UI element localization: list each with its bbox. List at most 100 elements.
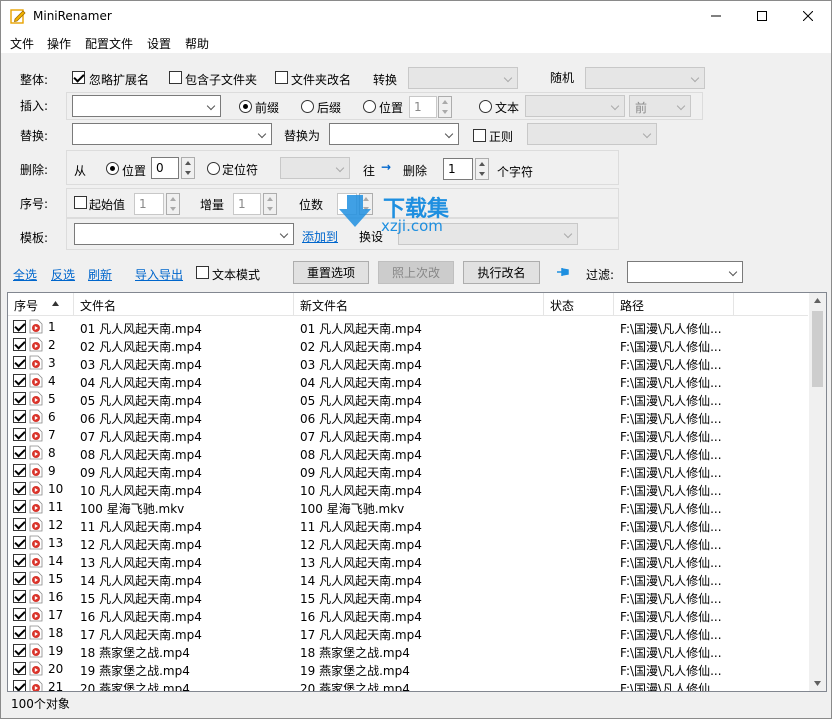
prefix-radio[interactable] [239,100,252,113]
table-row[interactable]: 8 08 凡人风起天南.mp4 08 凡人风起天南.mp4 F:\国漫\凡人修仙... [8,444,808,462]
execute-rename-button[interactable]: 执行改名 [463,261,540,284]
locator-select[interactable] [280,157,350,179]
seq-start-spinner[interactable] [166,193,180,215]
regex-checkbox[interactable] [473,129,486,142]
table-row[interactable]: 18 17 凡人风起天南.mp4 17 凡人风起天南.mp4 F:\国漫\凡人修仙..… [8,624,808,642]
header-filename[interactable]: 文件名 [74,293,294,316]
table-row[interactable]: 20 19 燕家堡之战.mp4 19 燕家堡之战.mp4 F:\国漫\凡人修仙... [8,660,808,678]
table-row[interactable]: 16 15 凡人风起天南.mp4 15 凡人风起天南.mp4 F:\国漫\凡人修仙..… [8,588,808,606]
insert-position-radio[interactable] [363,100,376,113]
table-row[interactable]: 7 07 凡人风起天南.mp4 07 凡人风起天南.mp4 F:\国漫\凡人修仙... [8,426,808,444]
table-row[interactable]: 11 100 星海飞驰.mkv 100 星海飞驰.mkv F:\国漫\凡人修仙... [8,498,808,516]
locator-radio[interactable] [207,162,220,175]
row-checkbox[interactable] [13,410,26,423]
row-checkbox[interactable] [13,608,26,621]
delete-count-input[interactable]: 1 [443,158,473,180]
row-checkbox[interactable] [13,356,26,369]
invert-selection-link[interactable]: 反选 [51,266,75,283]
insert-front-select[interactable]: 前 [629,95,691,117]
table-row[interactable]: 10 10 凡人风起天南.mp4 10 凡人风起天南.mp4 F:\国漫\凡人修仙..… [8,480,808,498]
table-row[interactable]: 21 20 燕家堡之战.mp4 20 燕家堡之战.mp4 F:\国漫\凡人修仙... [8,678,808,691]
row-checkbox[interactable] [13,482,26,495]
insert-text-type-select[interactable] [525,95,625,117]
delete-position-radio[interactable] [106,162,119,175]
text-mode-checkbox[interactable] [196,266,209,279]
table-row[interactable]: 14 13 凡人风起天南.mp4 13 凡人风起天南.mp4 F:\国漫\凡人修仙..… [8,552,808,570]
table-row[interactable]: 2 02 凡人风起天南.mp4 02 凡人风起天南.mp4 F:\国漫\凡人修仙... [8,336,808,354]
row-checkbox[interactable] [13,338,26,351]
row-checkbox[interactable] [13,518,26,531]
row-checkbox[interactable] [13,446,26,459]
table-row[interactable]: 13 12 凡人风起天南.mp4 12 凡人风起天南.mp4 F:\国漫\凡人修仙..… [8,534,808,552]
row-checkbox[interactable] [13,374,26,387]
table-row[interactable]: 17 16 凡人风起天南.mp4 16 凡人风起天南.mp4 F:\国漫\凡人修仙..… [8,606,808,624]
seq-start-input[interactable]: 1 [134,193,164,215]
pin-icon[interactable] [556,265,572,279]
row-checkbox[interactable] [13,392,26,405]
vertical-scrollbar[interactable] [809,293,826,691]
file-list[interactable]: 序号 文件名 新文件名 状态 路径 1 01 凡人风起天南.mp4 01 凡人风起天… [7,292,827,692]
seq-start-checkbox[interactable] [74,196,87,209]
table-row[interactable]: 19 18 燕家堡之战.mp4 18 燕家堡之战.mp4 F:\国漫\凡人修仙... [8,642,808,660]
close-button[interactable] [785,1,831,31]
reset-options-button[interactable]: 重置选项 [293,261,369,284]
suffix-radio[interactable] [301,100,314,113]
include-sub-checkbox[interactable] [169,71,182,84]
row-checkbox[interactable] [13,644,26,657]
seq-step-spinner[interactable] [263,193,277,215]
row-checkbox[interactable] [13,590,26,603]
repeat-last-button[interactable]: 照上次改 [378,261,454,284]
table-row[interactable]: 4 04 凡人风起天南.mp4 04 凡人风起天南.mp4 F:\国漫\凡人修仙... [8,372,808,390]
rename-folder-checkbox[interactable] [275,71,288,84]
maximize-button[interactable] [739,1,785,31]
row-checkbox[interactable] [13,626,26,639]
menu-help[interactable]: 帮助 [185,35,209,52]
insert-position-input[interactable]: 1 [409,96,437,118]
header-new-filename[interactable]: 新文件名 [294,293,544,316]
table-row[interactable]: 15 14 凡人风起天南.mp4 14 凡人风起天南.mp4 F:\国漫\凡人修仙..… [8,570,808,588]
import-export-link[interactable]: 导入导出 [135,266,183,283]
convert-select[interactable] [408,67,518,89]
row-checkbox[interactable] [13,554,26,567]
menu-operate[interactable]: 操作 [47,35,71,52]
ignore-ext-checkbox[interactable] [72,71,85,84]
seq-step-input[interactable]: 1 [233,193,261,215]
random-select[interactable] [585,67,705,89]
row-checkbox[interactable] [13,320,26,333]
delete-position-input[interactable]: 0 [151,157,179,179]
refresh-link[interactable]: 刷新 [88,266,112,283]
row-checkbox[interactable] [13,536,26,549]
insert-position-spinner[interactable] [438,96,452,118]
scroll-down-icon[interactable] [814,681,821,686]
filter-select[interactable] [627,261,743,283]
row-checkbox[interactable] [13,428,26,441]
scroll-up-icon[interactable] [814,298,821,303]
regex-select[interactable] [527,123,657,145]
replace-with-select[interactable] [329,123,459,145]
replace-find-select[interactable] [72,123,272,145]
table-row[interactable]: 1 01 凡人风起天南.mp4 01 凡人风起天南.mp4 F:\国漫\凡人修仙... [8,318,808,336]
header-status[interactable]: 状态 [544,293,614,316]
template-select[interactable] [74,223,294,245]
table-row[interactable]: 3 03 凡人风起天南.mp4 03 凡人风起天南.mp4 F:\国漫\凡人修仙... [8,354,808,372]
delete-count-spinner[interactable] [475,158,489,180]
row-checkbox[interactable] [13,500,26,513]
row-checkbox[interactable] [13,662,26,675]
table-row[interactable]: 6 06 凡人风起天南.mp4 06 凡人风起天南.mp4 F:\国漫\凡人修仙... [8,408,808,426]
select-all-link[interactable]: 全选 [13,266,37,283]
header-path[interactable]: 路径 [614,293,734,316]
menu-file[interactable]: 文件 [10,35,34,52]
minimize-button[interactable] [693,1,739,31]
menu-settings[interactable]: 设置 [147,35,171,52]
delete-position-spinner[interactable] [181,157,195,179]
scrollbar-thumb[interactable] [812,311,823,387]
direction-arrow-link[interactable]: → [381,160,391,174]
insert-text-radio[interactable] [479,100,492,113]
menu-profile[interactable]: 配置文件 [85,35,133,52]
row-checkbox[interactable] [13,680,26,691]
insert-text-select[interactable] [72,95,221,117]
row-checkbox[interactable] [13,464,26,477]
table-row[interactable]: 9 09 凡人风起天南.mp4 09 凡人风起天南.mp4 F:\国漫\凡人修仙... [8,462,808,480]
header-index[interactable]: 序号 [8,293,74,316]
row-checkbox[interactable] [13,572,26,585]
